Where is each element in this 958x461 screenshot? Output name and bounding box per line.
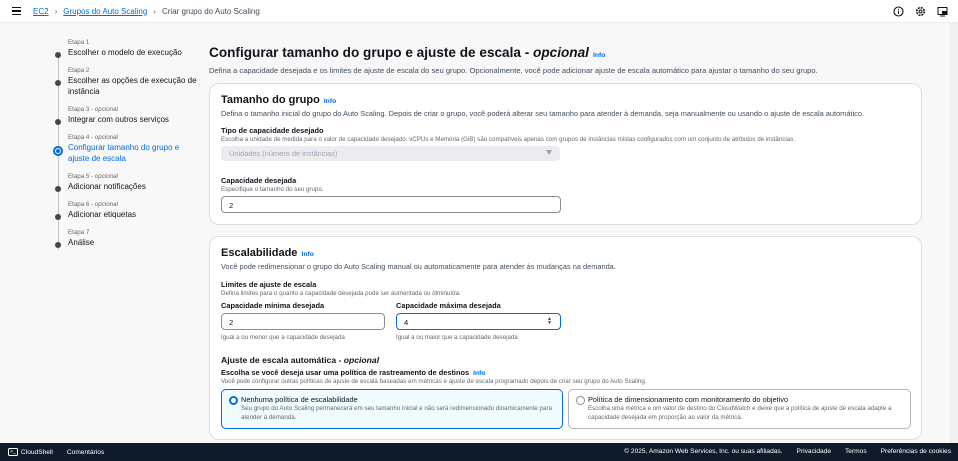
page-title: Configurar tamanho do grupo e ajuste de … bbox=[209, 45, 606, 60]
max-capacity-input[interactable]: 4 ▲ ▼ bbox=[396, 313, 561, 330]
desired-capacity-label: Capacidade desejada bbox=[221, 176, 297, 185]
auto-scaling-title: Ajuste de escala automática - opcional bbox=[221, 355, 380, 365]
radio-selected-icon bbox=[229, 396, 238, 405]
step-name: Análise bbox=[68, 238, 95, 247]
option-desc: Seu grupo do Auto Scaling permanecerá em… bbox=[241, 405, 552, 421]
step-label: Etapa 2 bbox=[68, 67, 90, 74]
capacity-type-label: Tipo de capacidade desejado bbox=[221, 126, 324, 135]
scaling-limits-desc: Defina limites para o quanto a capacidad… bbox=[221, 290, 461, 297]
step-name: Adicionar notificações bbox=[68, 182, 146, 191]
min-capacity-label: Capacidade mínima desejada bbox=[221, 301, 325, 310]
max-capacity-label: Capacidade máxima desejada bbox=[396, 301, 501, 310]
max-capacity-hint: Igual a ou maior que a capacidade deseja… bbox=[396, 334, 518, 341]
feedback-link[interactable]: Comentários bbox=[67, 449, 104, 456]
step-1[interactable]: Etapa 1 Escolher o modelo de execução bbox=[52, 39, 197, 58]
info-link[interactable]: Info bbox=[593, 52, 605, 59]
target-tracking-policy-option[interactable]: Política de dimensionamento com monitora… bbox=[568, 389, 911, 429]
scaling-limits-label: Limites de ajuste de escala bbox=[221, 280, 317, 289]
step-name: Adicionar etiquetas bbox=[68, 210, 137, 219]
no-scaling-policy-option[interactable]: Nenhuma política de escalabilidade Seu g… bbox=[221, 389, 563, 429]
cookie-preferences-link[interactable]: Preferências de cookies bbox=[881, 448, 951, 455]
step-dot bbox=[55, 186, 61, 192]
copyright-text: © 2025, Amazon Web Services, Inc. ou sua… bbox=[624, 448, 783, 455]
info-link[interactable]: Info bbox=[473, 370, 485, 377]
step-dot bbox=[55, 119, 61, 125]
policy-label: Escolha se você deseja usar uma política… bbox=[221, 368, 486, 377]
desired-capacity-desc: Especifique o tamanho do seu grupo. bbox=[221, 186, 324, 193]
page-header: Configurar tamanho do grupo e ajuste de … bbox=[209, 44, 922, 75]
capacity-type-value: Unidades (número de instâncias) bbox=[229, 149, 338, 158]
step-6[interactable]: Etapa 6 - opcional Adicionar etiquetas bbox=[52, 201, 197, 220]
menu-icon[interactable] bbox=[12, 7, 21, 15]
step-label: Etapa 5 - opcional bbox=[68, 173, 118, 180]
step-2[interactable]: Etapa 2 Escolher as opções de execução d… bbox=[52, 67, 197, 97]
scalability-title: Escalabilidade Info bbox=[221, 247, 314, 259]
split-panel-icon[interactable] bbox=[936, 5, 948, 17]
cloudshell-icon[interactable]: >_ bbox=[8, 448, 18, 456]
policy-desc: Você pode configurar outras políticas de… bbox=[221, 378, 647, 385]
step-dot bbox=[55, 214, 61, 220]
info-link[interactable]: Info bbox=[301, 251, 313, 258]
breadcrumb: EC2 › Grupos do Auto Scaling › Criar gru… bbox=[33, 7, 260, 16]
stepper-icon[interactable]: ▲ ▼ bbox=[547, 317, 552, 326]
desired-capacity-input[interactable]: 2 bbox=[221, 196, 561, 213]
breadcrumb-auto-scaling-groups[interactable]: Grupos do Auto Scaling bbox=[63, 7, 147, 16]
side-panel-rail bbox=[950, 23, 958, 443]
group-size-desc: Defina o tamanho inicial do grupo do Aut… bbox=[221, 109, 864, 118]
step-name: Integrar com outros serviços bbox=[68, 115, 169, 124]
step-dot bbox=[55, 242, 61, 248]
top-navigation: EC2 › Grupos do Auto Scaling › Criar gru… bbox=[0, 0, 958, 23]
group-size-title: Tamanho do grupo Info bbox=[221, 94, 337, 106]
step-dot-current bbox=[53, 146, 63, 156]
step-name: Configurar tamanho do grupo e ajuste de … bbox=[68, 143, 180, 163]
privacy-link[interactable]: Privacidade bbox=[797, 448, 831, 455]
option-desc: Escolha uma métrica e um valor de destin… bbox=[588, 405, 892, 421]
terms-link[interactable]: Termos bbox=[845, 448, 867, 455]
wizard-steps: Etapa 1 Escolher o modelo de execução Et… bbox=[52, 39, 197, 257]
step-dot bbox=[55, 80, 61, 86]
scalability-card: Escalabilidade Info Você pode redimension… bbox=[209, 236, 922, 440]
step-7[interactable]: Etapa 7 Análise bbox=[52, 229, 197, 248]
step-name: Escolher as opções de execução de instân… bbox=[68, 76, 197, 96]
step-3[interactable]: Etapa 3 - opcional Integrar com outros s… bbox=[52, 106, 197, 125]
console-footer: >_ CloudShell Comentários © 2025, Amazon… bbox=[0, 443, 958, 461]
step-name: Escolher o modelo de execução bbox=[68, 48, 182, 57]
breadcrumb-current: Criar grupo do Auto Scaling bbox=[161, 6, 260, 16]
step-label: Etapa 3 - opcional bbox=[68, 106, 118, 113]
chevron-right-icon: › bbox=[153, 6, 156, 16]
info-icon[interactable] bbox=[892, 5, 904, 17]
step-label: Etapa 1 bbox=[68, 39, 90, 46]
scalability-desc: Você pode redimensionar o grupo do Auto … bbox=[221, 262, 616, 271]
caret-down-icon bbox=[546, 150, 552, 155]
step-dot bbox=[55, 52, 61, 58]
capacity-type-select[interactable]: Unidades (número de instâncias) bbox=[221, 146, 560, 161]
group-size-card: Tamanho do grupo Info Defina o tamanho in… bbox=[209, 83, 922, 225]
step-5[interactable]: Etapa 5 - opcional Adicionar notificaçõe… bbox=[52, 173, 197, 192]
max-capacity-value: 4 bbox=[404, 318, 409, 327]
cloudshell-link[interactable]: CloudShell bbox=[21, 449, 53, 456]
step-label: Etapa 6 - opcional bbox=[68, 201, 118, 208]
capacity-type-desc: Escolha a unidade de medida para o valor… bbox=[221, 136, 796, 143]
page-subtitle: Defina a capacidade desejada e os limite… bbox=[209, 66, 818, 75]
radio-unselected-icon bbox=[576, 396, 585, 405]
settings-icon[interactable] bbox=[914, 5, 926, 17]
step-label: Etapa 7 bbox=[68, 229, 90, 236]
info-link[interactable]: Info bbox=[324, 98, 336, 105]
breadcrumb-ec2[interactable]: EC2 bbox=[33, 7, 49, 16]
step-4-current[interactable]: Etapa 4 - opcional Configurar tamanho do… bbox=[52, 134, 197, 164]
step-label: Etapa 4 - opcional bbox=[68, 134, 118, 141]
min-capacity-hint: Igual a ou menor que a capacidade deseja… bbox=[221, 334, 345, 341]
option-title: Nenhuma política de escalabilidade bbox=[241, 395, 358, 404]
min-capacity-input[interactable]: 2 bbox=[221, 313, 385, 330]
option-title: Política de dimensionamento com monitora… bbox=[588, 395, 789, 404]
chevron-right-icon: › bbox=[54, 6, 58, 16]
